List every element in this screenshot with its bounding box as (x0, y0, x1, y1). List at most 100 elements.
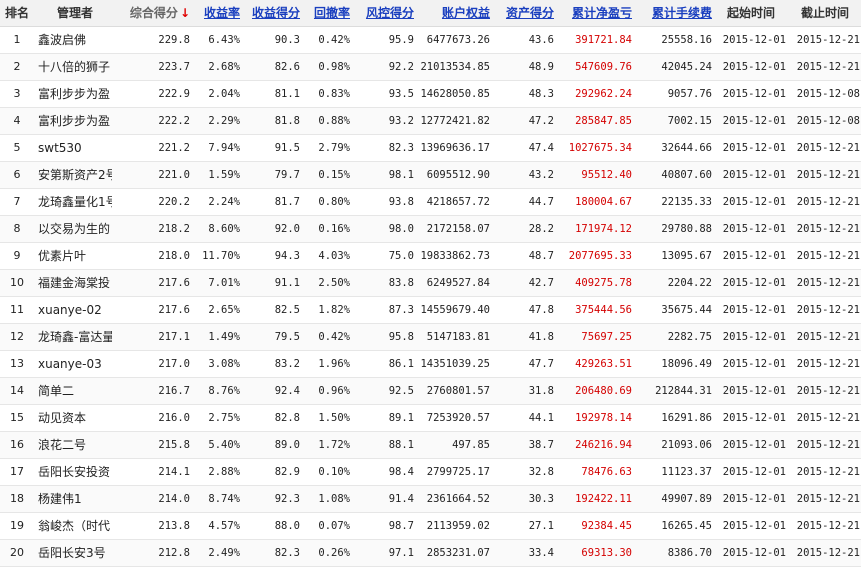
cell-rank: 20 (10, 546, 24, 559)
header-total-score[interactable]: 综合得分 ↓ (112, 0, 190, 26)
cell-total-score: 217.1 (158, 331, 190, 343)
cell-cumulative-pnl: 192422.11 (575, 493, 632, 505)
cell-return-rate: 11.70% (202, 250, 240, 262)
table-row: 19 翁峻杰（时代 213.8 4.57% 88.0 0.07% 98.7 2113959.0… (0, 513, 861, 540)
cell-total-score: 215.8 (158, 439, 190, 451)
ranking-table: 排名 管理者 综合得分 ↓ 收益率 收益得分 回撤率 风控得分 账户权益 资产得分… (0, 0, 861, 567)
cell-drawdown: 0.15% (318, 169, 350, 181)
cell-total-score: 223.7 (158, 61, 190, 73)
header-cumulative-pnl[interactable]: 累计净盈亏 (554, 0, 632, 26)
cell-return-score: 81.7 (274, 196, 300, 208)
header-account-equity[interactable]: 账户权益 (414, 0, 490, 26)
cell-rank: 4 (13, 114, 21, 127)
table-row: 11 xuanye-02 217.6 2.65% 82.5 1.82% 87.3 145596… (0, 297, 861, 324)
cell-start-date: 2015-12-01 (722, 439, 786, 451)
cell-return-rate: 6.43% (208, 34, 240, 46)
cell-drawdown: 2.79% (318, 142, 350, 154)
cell-cumulative-pnl: 69313.30 (581, 547, 632, 559)
cell-start-date: 2015-12-01 (722, 520, 786, 532)
cell-total-score: 217.6 (158, 304, 190, 316)
cell-cumulative-pnl: 409275.78 (575, 277, 632, 289)
cell-account-equity: 6477673.26 (426, 34, 490, 46)
cell-manager: 杨建伟1 (38, 492, 82, 506)
cell-cumulative-fee: 7002.15 (667, 115, 712, 127)
cell-account-equity: 5147183.81 (426, 331, 490, 343)
header-drawdown[interactable]: 回撤率 (300, 0, 350, 26)
table-row: 2 十八倍的狮子 223.7 2.68% 82.6 0.98% 92.2 21013534.8… (0, 54, 861, 81)
cell-return-rate: 5.40% (208, 439, 240, 451)
cell-risk-score: 95.9 (388, 34, 414, 46)
cell-manager: 富利步步为盈 (38, 114, 111, 128)
header-total-score-label: 综合得分 (129, 6, 178, 20)
cell-end-date: 2015-12-21 (796, 196, 860, 208)
cell-drawdown: 0.07% (318, 520, 350, 532)
cell-cumulative-fee: 2204.22 (667, 277, 712, 289)
header-asset-score[interactable]: 资产得分 (490, 0, 554, 26)
cell-start-date: 2015-12-01 (722, 277, 786, 289)
cell-account-equity: 19833862.73 (420, 250, 490, 262)
cell-return-score: 92.4 (274, 385, 300, 397)
cell-asset-score: 38.7 (528, 439, 554, 451)
table-row: 13 xuanye-03 217.0 3.08% 83.2 1.96% 86.1 143510… (0, 351, 861, 378)
cell-start-date: 2015-12-01 (722, 223, 786, 235)
cell-asset-score: 44.7 (528, 196, 554, 208)
header-risk-score[interactable]: 风控得分 (350, 0, 414, 26)
cell-return-rate: 2.49% (208, 547, 240, 559)
cell-return-rate: 2.29% (208, 115, 240, 127)
cell-manager: 岳阳长安投资 (38, 465, 111, 479)
cell-cumulative-pnl: 180004.67 (575, 196, 632, 208)
cell-account-equity: 6249527.84 (426, 277, 490, 289)
cell-total-score: 218.0 (158, 250, 190, 262)
cell-end-date: 2015-12-21 (796, 439, 860, 451)
cell-drawdown: 0.26% (318, 547, 350, 559)
cell-cumulative-fee: 2282.75 (667, 331, 712, 343)
cell-account-equity: 12772421.82 (420, 115, 490, 127)
header-return-rate[interactable]: 收益率 (190, 0, 240, 26)
table-row: 18 杨建伟1 214.0 8.74% 92.3 1.08% 91.4 2361664.52 3… (0, 486, 861, 513)
cell-cumulative-fee: 32644.66 (661, 142, 712, 154)
cell-start-date: 2015-12-01 (722, 412, 786, 424)
cell-total-score: 229.8 (158, 34, 190, 46)
cell-cumulative-fee: 16265.45 (661, 520, 712, 532)
cell-drawdown: 1.82% (318, 304, 350, 316)
cell-account-equity: 7253920.57 (426, 412, 490, 424)
cell-end-date: 2015-12-08 (796, 88, 860, 100)
table-row: 1 鑫波启佛 229.8 6.43% 90.3 0.42% 95.9 6477673.26 43… (0, 27, 861, 54)
header-return-score[interactable]: 收益得分 (240, 0, 300, 26)
cell-account-equity: 2799725.17 (426, 466, 490, 478)
cell-total-score: 221.0 (158, 169, 190, 181)
cell-manager: 简单二 (38, 384, 75, 398)
cell-return-score: 94.3 (274, 250, 300, 262)
cell-total-score: 220.2 (158, 196, 190, 208)
cell-cumulative-pnl: 285847.85 (575, 115, 632, 127)
cell-return-rate: 4.57% (208, 520, 240, 532)
cell-cumulative-pnl: 429263.51 (575, 358, 632, 370)
cell-total-score: 221.2 (158, 142, 190, 154)
cell-risk-score: 98.0 (388, 223, 414, 235)
table-row: 14 简单二 216.7 8.76% 92.4 0.96% 92.5 2760801.57 31… (0, 378, 861, 405)
cell-asset-score: 47.2 (528, 115, 554, 127)
cell-asset-score: 48.7 (528, 250, 554, 262)
cell-return-score: 79.7 (274, 169, 300, 181)
cell-risk-score: 91.4 (388, 493, 414, 505)
header-end-date: 截止时间 (800, 6, 849, 20)
cell-account-equity: 2113959.02 (426, 520, 490, 532)
cell-total-score: 217.0 (158, 358, 190, 370)
cell-rank: 12 (10, 330, 24, 343)
cell-manager: 鑫波启佛 (38, 33, 87, 47)
table-row: 15 动见资本 216.0 2.75% 82.8 1.50% 89.1 7253920.57 4… (0, 405, 861, 432)
cell-cumulative-pnl: 246216.94 (575, 439, 632, 451)
table-row: 10 福建金海棠投 217.6 7.01% 91.1 2.50% 83.8 6249527.8… (0, 270, 861, 297)
cell-account-equity: 13969636.17 (420, 142, 490, 154)
cell-start-date: 2015-12-01 (722, 547, 786, 559)
cell-cumulative-pnl: 92384.45 (581, 520, 632, 532)
cell-cumulative-fee: 35675.44 (661, 304, 712, 316)
cell-cumulative-fee: 42045.24 (661, 61, 712, 73)
cell-return-rate: 2.75% (208, 412, 240, 424)
header-cumulative-fee[interactable]: 累计手续费 (632, 0, 712, 26)
cell-end-date: 2015-12-21 (796, 61, 860, 73)
cell-risk-score: 98.7 (388, 520, 414, 532)
cell-drawdown: 0.16% (318, 223, 350, 235)
cell-cumulative-pnl: 192978.14 (575, 412, 632, 424)
cell-manager: 十八倍的狮子 (38, 60, 111, 74)
